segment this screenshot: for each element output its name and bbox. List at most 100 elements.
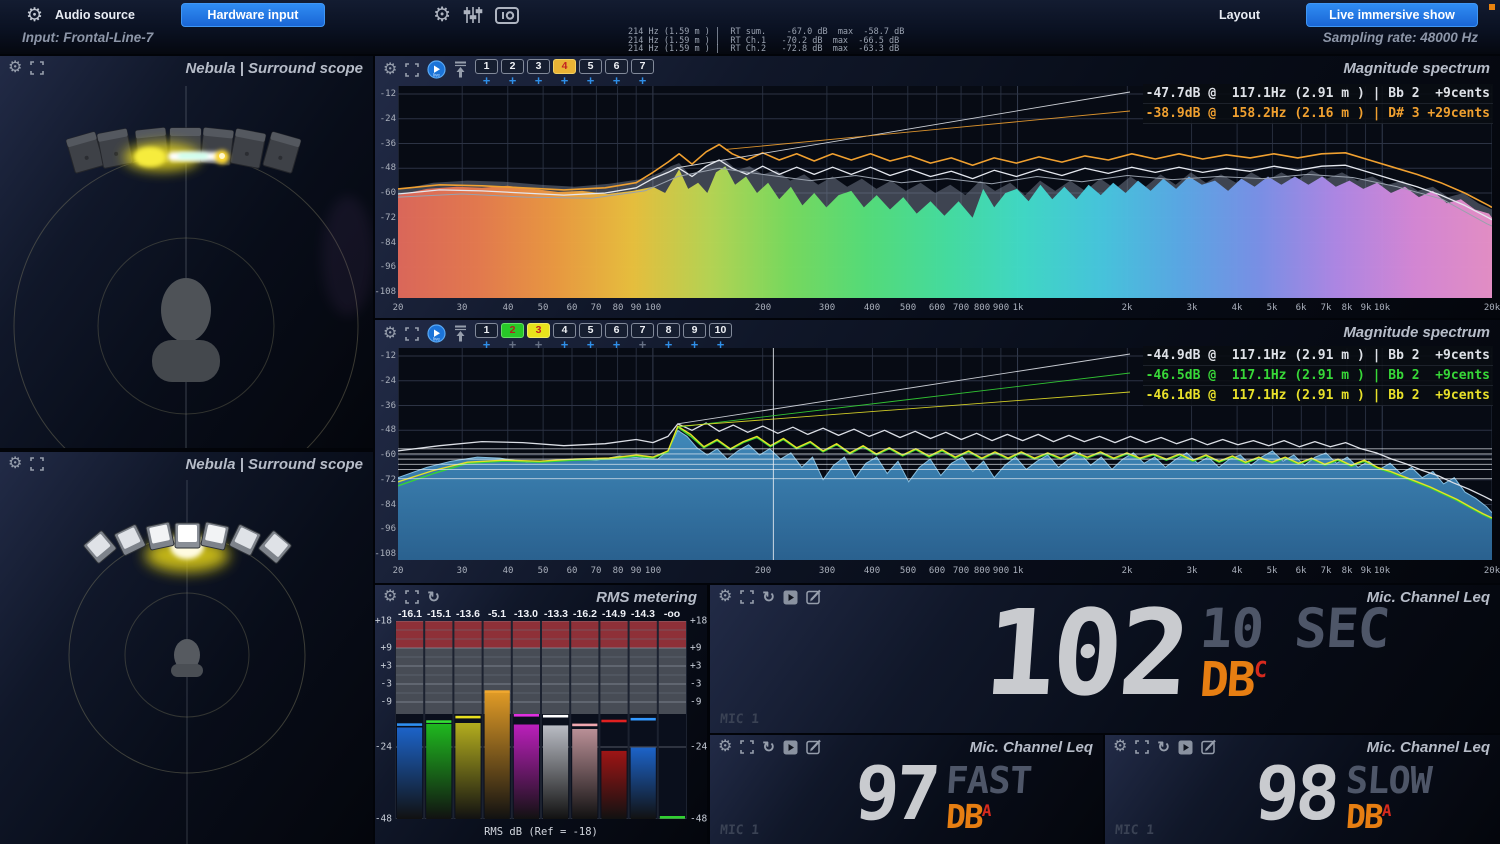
fullscreen-icon[interactable] <box>740 740 754 754</box>
live-icon[interactable]: live <box>427 60 446 79</box>
add-memory-button[interactable]: + <box>683 339 706 350</box>
sliders-icon[interactable] <box>463 6 483 24</box>
fullscreen-icon[interactable] <box>30 61 44 75</box>
rms-channel-value: -14.3 <box>631 608 655 620</box>
live-icon[interactable]: live <box>427 324 446 343</box>
fullscreen-icon[interactable] <box>405 590 419 604</box>
add-memory-button[interactable]: + <box>631 339 654 350</box>
live-immersive-show-button[interactable]: Live immersive show <box>1306 3 1478 27</box>
add-memory-button[interactable]: + <box>631 75 654 86</box>
x-tick-label: 6k <box>1296 566 1307 576</box>
io-icon[interactable] <box>495 7 519 24</box>
y-tick-label: -12 <box>380 351 396 361</box>
spec1-memory-buttons: 1+2+3+4+5+6+7+ <box>475 59 654 86</box>
edit-icon[interactable] <box>1201 739 1217 755</box>
edit-icon[interactable] <box>806 739 822 755</box>
memory-button-6[interactable]: 6+ <box>605 59 628 86</box>
fullscreen-icon[interactable] <box>740 590 754 604</box>
memory-button-4[interactable]: 4+ <box>553 59 576 86</box>
add-memory-button[interactable]: + <box>579 339 602 350</box>
spec2-memory-buttons: 1+2+3+4+5+6+7+8+9+10+ <box>475 323 732 350</box>
add-memory-button[interactable]: + <box>527 339 550 350</box>
leq-slow-mode: SLOW <box>1345 763 1433 798</box>
add-memory-button[interactable]: + <box>475 339 498 350</box>
add-memory-button[interactable]: + <box>605 339 628 350</box>
y-tick-label: -72 <box>380 213 396 223</box>
memory-button-10[interactable]: 10+ <box>709 323 732 350</box>
memory-button-5[interactable]: 5+ <box>579 59 602 86</box>
reset-icon[interactable]: ↻ <box>762 590 775 605</box>
y-tick-label: -72 <box>380 475 396 485</box>
x-tick-label: 4k <box>1232 566 1243 576</box>
add-memory-button[interactable]: + <box>475 75 498 86</box>
y-tick-label: -60 <box>380 188 396 198</box>
x-tick-label: 800 <box>974 566 990 576</box>
fullscreen-icon[interactable] <box>405 63 419 77</box>
add-memory-button[interactable]: + <box>605 75 628 86</box>
memory-button-3[interactable]: 3+ <box>527 323 550 350</box>
x-tick-label: 8k <box>1342 566 1353 576</box>
gear-icon[interactable]: ⚙ <box>383 589 397 605</box>
input-source-label: Input: Frontal-Line-7 <box>22 30 153 45</box>
play-icon[interactable] <box>783 740 798 755</box>
edit-icon[interactable] <box>806 589 822 605</box>
y-tick-label: -84 <box>380 500 396 510</box>
memory-button-1[interactable]: 1+ <box>475 59 498 86</box>
gear-icon[interactable]: ⚙ <box>718 739 732 755</box>
reset-icon[interactable]: ↻ <box>1157 740 1170 755</box>
gear-icon[interactable]: ⚙ <box>8 456 22 472</box>
memory-button-2[interactable]: 2+ <box>501 323 524 350</box>
rms-channel-value: -13.0 <box>514 608 538 620</box>
totop-icon[interactable] <box>454 61 467 78</box>
memory-button-8[interactable]: 8+ <box>657 323 680 350</box>
x-tick-label: 4k <box>1232 303 1243 313</box>
play-icon[interactable] <box>783 590 798 605</box>
reset-icon[interactable]: ↻ <box>762 740 775 755</box>
play-icon[interactable] <box>1178 740 1193 755</box>
gear-icon[interactable]: ⚙ <box>1113 739 1127 755</box>
memory-button-7[interactable]: 7+ <box>631 323 654 350</box>
gear-icon[interactable]: ⚙ <box>383 326 397 342</box>
x-tick-label: 600 <box>929 566 945 576</box>
layout-label[interactable]: Layout <box>1219 8 1260 22</box>
reset-icon[interactable]: ↻ <box>427 590 440 605</box>
add-memory-button[interactable]: + <box>501 75 524 86</box>
memory-button-6[interactable]: 6+ <box>605 323 628 350</box>
add-memory-button[interactable]: + <box>709 339 732 350</box>
spectrum-readout-row: -44.9dB @ 117.1Hz (2.91 m ) | Bb 2 +9cen… <box>1143 346 1493 366</box>
add-memory-button[interactable]: + <box>579 75 602 86</box>
add-memory-button[interactable]: + <box>553 339 576 350</box>
memory-button-4[interactable]: 4+ <box>553 323 576 350</box>
memory-button-1[interactable]: 1+ <box>475 323 498 350</box>
scope2-header-icons: ⚙ <box>8 456 44 472</box>
y-tick-label: -36 <box>380 139 396 149</box>
spectrum-readout-row: -46.1dB @ 117.1Hz (2.91 m ) | Bb 2 +9cen… <box>1143 386 1493 406</box>
hardware-input-button[interactable]: Hardware input <box>181 3 325 27</box>
x-tick-label: 90 <box>631 303 642 313</box>
fullscreen-icon[interactable] <box>405 327 419 341</box>
settings-gear-icon[interactable]: ⚙ <box>433 5 451 25</box>
x-tick-label: 7k <box>1321 303 1332 313</box>
add-memory-button[interactable]: + <box>657 339 680 350</box>
add-memory-button[interactable]: + <box>553 75 576 86</box>
fullscreen-icon[interactable] <box>30 457 44 471</box>
audio-source-gear-icon[interactable]: ⚙ <box>26 6 43 25</box>
memory-button-7[interactable]: 7+ <box>631 59 654 86</box>
leq-fast-value: 97 <box>853 761 939 828</box>
gear-icon[interactable]: ⚙ <box>8 60 22 76</box>
gear-icon[interactable]: ⚙ <box>383 62 397 78</box>
spectrum-readout-row: -47.7dB @ 117.1Hz (2.91 m ) | Bb 2 +9cen… <box>1143 84 1493 104</box>
leq-big-header-icons: ⚙↻ <box>718 589 822 605</box>
memory-button-5[interactable]: 5+ <box>579 323 602 350</box>
x-tick-label: 20 <box>393 566 404 576</box>
add-memory-button[interactable]: + <box>501 339 524 350</box>
x-tick-label: 7k <box>1321 566 1332 576</box>
add-memory-button[interactable]: + <box>527 75 550 86</box>
x-tick-label: 700 <box>953 303 969 313</box>
gear-icon[interactable]: ⚙ <box>718 589 732 605</box>
fullscreen-icon[interactable] <box>1135 740 1149 754</box>
memory-button-2[interactable]: 2+ <box>501 59 524 86</box>
memory-button-3[interactable]: 3+ <box>527 59 550 86</box>
memory-button-9[interactable]: 9+ <box>683 323 706 350</box>
totop-icon[interactable] <box>454 325 467 342</box>
